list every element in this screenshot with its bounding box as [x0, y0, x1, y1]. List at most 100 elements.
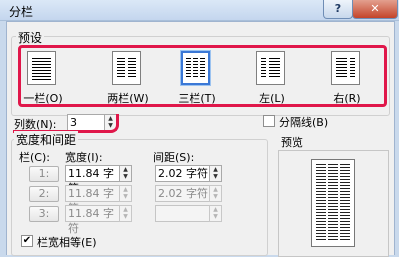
presets-group-label: 预设 — [16, 29, 45, 46]
preview-line — [328, 209, 338, 210]
column-1-width-input[interactable]: 11.84 字符 — [65, 165, 120, 195]
preset-left[interactable]: 左(L) — [242, 50, 302, 108]
preview-line — [328, 227, 338, 228]
column-2-spacing-input: 2.02 字符 — [155, 185, 210, 202]
preview-line — [340, 233, 350, 234]
column-1-spacing-spinner[interactable]: ▲ ▼ — [209, 165, 222, 182]
column-1-button: 1: — [29, 166, 59, 182]
column-3-spacing-input — [155, 205, 210, 222]
preview-line — [340, 218, 350, 219]
preview-line — [316, 188, 326, 189]
preview-line — [340, 191, 350, 192]
preview-line — [328, 203, 338, 204]
preview-line — [316, 182, 326, 183]
preview-line — [340, 173, 350, 174]
preview-line — [328, 176, 338, 177]
preview-pane — [278, 150, 389, 257]
preview-line — [340, 182, 350, 183]
preview-line — [316, 164, 326, 165]
col-header: 栏(C): — [19, 151, 50, 164]
preview-line — [316, 203, 326, 204]
help-icon: ? — [334, 2, 342, 15]
preset-label: 右(R) — [333, 92, 361, 105]
preview-line — [328, 194, 338, 195]
preview-line — [328, 239, 338, 240]
column-3-spacing-spinner: ▲ ▼ — [209, 205, 222, 222]
column-1-spacing-input[interactable]: 2.02 字符 — [155, 165, 210, 182]
preview-line — [328, 221, 338, 222]
preview-line — [316, 173, 326, 174]
preview-line — [340, 197, 350, 198]
preview-line — [316, 218, 326, 219]
equal-width-checkbox[interactable]: ✔ — [21, 235, 33, 247]
preset-label: 两栏(W) — [107, 92, 149, 105]
preview-line — [328, 197, 338, 198]
separator-label[interactable]: 分隔线(B) — [279, 114, 328, 130]
preview-line — [328, 191, 338, 192]
preview-line — [316, 215, 326, 216]
preview-line — [316, 185, 326, 186]
preview-line — [316, 179, 326, 180]
preview-line — [328, 179, 338, 180]
spacing-header: 间距(S): — [153, 151, 195, 164]
preview-line — [316, 194, 326, 195]
preview-line — [340, 212, 350, 213]
width-header: 宽度(I): — [65, 151, 103, 164]
preview-line — [340, 194, 350, 195]
preview-line — [328, 200, 338, 201]
preview-line — [340, 188, 350, 189]
preview-line — [328, 188, 338, 189]
preset-right[interactable]: 右(R) — [317, 50, 377, 108]
preview-line — [340, 215, 350, 216]
preview-line — [316, 167, 326, 168]
preview-line — [340, 224, 350, 225]
preview-line — [340, 203, 350, 204]
preview-line — [340, 209, 350, 210]
three-columns-icon — [180, 50, 211, 86]
column-3-width-input: 11.84 字符 — [65, 205, 120, 235]
preview-line — [316, 197, 326, 198]
preset-three-columns[interactable]: 三栏(T) — [167, 50, 227, 108]
column-2-spacing-spinner: ▲ ▼ — [209, 185, 222, 202]
title-bar: 分栏 ? ✕ — [0, 0, 399, 21]
preview-line — [340, 239, 350, 240]
one-column-icon — [27, 51, 56, 85]
preview-line — [340, 167, 350, 168]
preview-line — [340, 206, 350, 207]
preview-line — [340, 176, 350, 177]
preview-line — [340, 236, 350, 237]
right-column-icon — [331, 51, 360, 85]
preview-label: 预览 — [281, 136, 303, 149]
preview-line — [316, 236, 326, 237]
checkmark-icon: ✔ — [22, 235, 32, 246]
dialog-body: 预设 一栏(O) 两栏(W) 三栏(T) 左(L) 右(R) 列数(N): 3 … — [6, 21, 395, 257]
preview-line — [328, 170, 338, 171]
preview-line — [328, 224, 338, 225]
equal-width-label[interactable]: 栏宽相等(E) — [37, 234, 97, 250]
preview-line — [316, 221, 326, 222]
preset-label: 一栏(O) — [23, 92, 63, 105]
preview-line — [316, 170, 326, 171]
preview-line — [328, 212, 338, 213]
preview-line — [328, 218, 338, 219]
separator-checkbox[interactable] — [263, 115, 275, 127]
help-button[interactable]: ? — [323, 0, 353, 19]
preview-line — [316, 206, 326, 207]
column-3-width-spinner: ▲ ▼ — [119, 205, 132, 222]
preset-one-column[interactable]: 一栏(O) — [13, 50, 73, 108]
preview-line — [316, 224, 326, 225]
preview-line — [316, 200, 326, 201]
preset-two-columns[interactable]: 两栏(W) — [98, 50, 158, 108]
left-column-icon — [256, 51, 285, 85]
column-1-width-spinner[interactable]: ▲ ▼ — [119, 165, 132, 182]
close-button[interactable]: ✕ — [352, 0, 398, 19]
preview-line — [316, 209, 326, 210]
preview-line — [340, 170, 350, 171]
column-2-button: 2: — [29, 186, 59, 202]
preview-line — [316, 212, 326, 213]
column-2-width-spinner: ▲ ▼ — [119, 185, 132, 202]
preview-line — [328, 164, 338, 165]
preview-line — [328, 182, 338, 183]
preview-line — [340, 179, 350, 180]
width-spacing-label: 宽度和间距 — [14, 131, 79, 148]
